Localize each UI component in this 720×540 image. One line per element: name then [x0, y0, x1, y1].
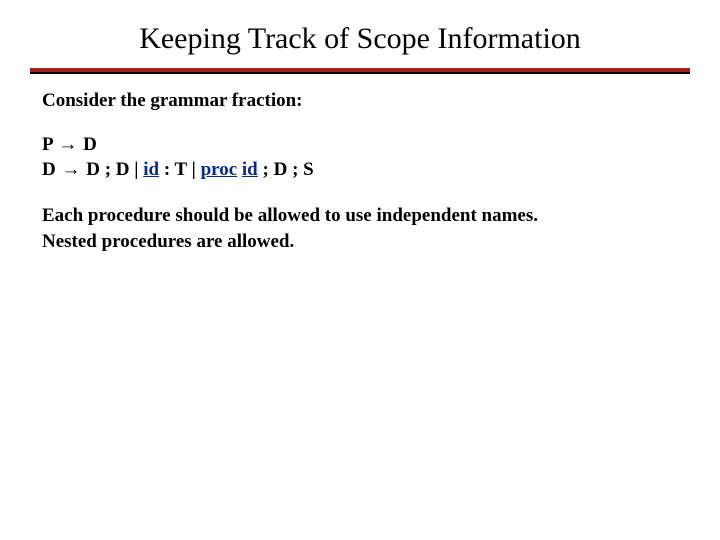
- grammar-seg: ; D ; S: [258, 159, 314, 180]
- slide-title: Keeping Track of Scope Information: [0, 0, 720, 68]
- grammar-seg: : T |: [159, 159, 201, 180]
- keyword-id: id: [242, 159, 258, 180]
- arrow-icon: →: [60, 159, 81, 180]
- arrow-icon: →: [57, 134, 78, 155]
- grammar-rhs: D: [83, 134, 97, 155]
- explanation-block: Each procedure should be allowed to use …: [42, 203, 678, 254]
- keyword-proc: proc: [201, 159, 238, 180]
- grammar-line-2: D → D ; D | id : T | proc id ; D ; S: [42, 157, 678, 183]
- grammar-lhs: P: [42, 134, 53, 155]
- slide: Keeping Track of Scope Information Consi…: [0, 0, 720, 540]
- explanation-line: Each procedure should be allowed to use …: [42, 203, 678, 229]
- intro-text: Consider the grammar fraction:: [42, 88, 678, 114]
- grammar-seg: D ; D |: [86, 159, 143, 180]
- explanation-line: Nested procedures are allowed.: [42, 229, 678, 255]
- slide-body: Consider the grammar fraction: P → D D →…: [0, 74, 720, 254]
- grammar-line-1: P → D: [42, 132, 678, 158]
- keyword-id: id: [143, 159, 159, 180]
- grammar-block: P → D D → D ; D | id : T | proc id ; D ;…: [42, 132, 678, 183]
- grammar-lhs: D: [42, 159, 56, 180]
